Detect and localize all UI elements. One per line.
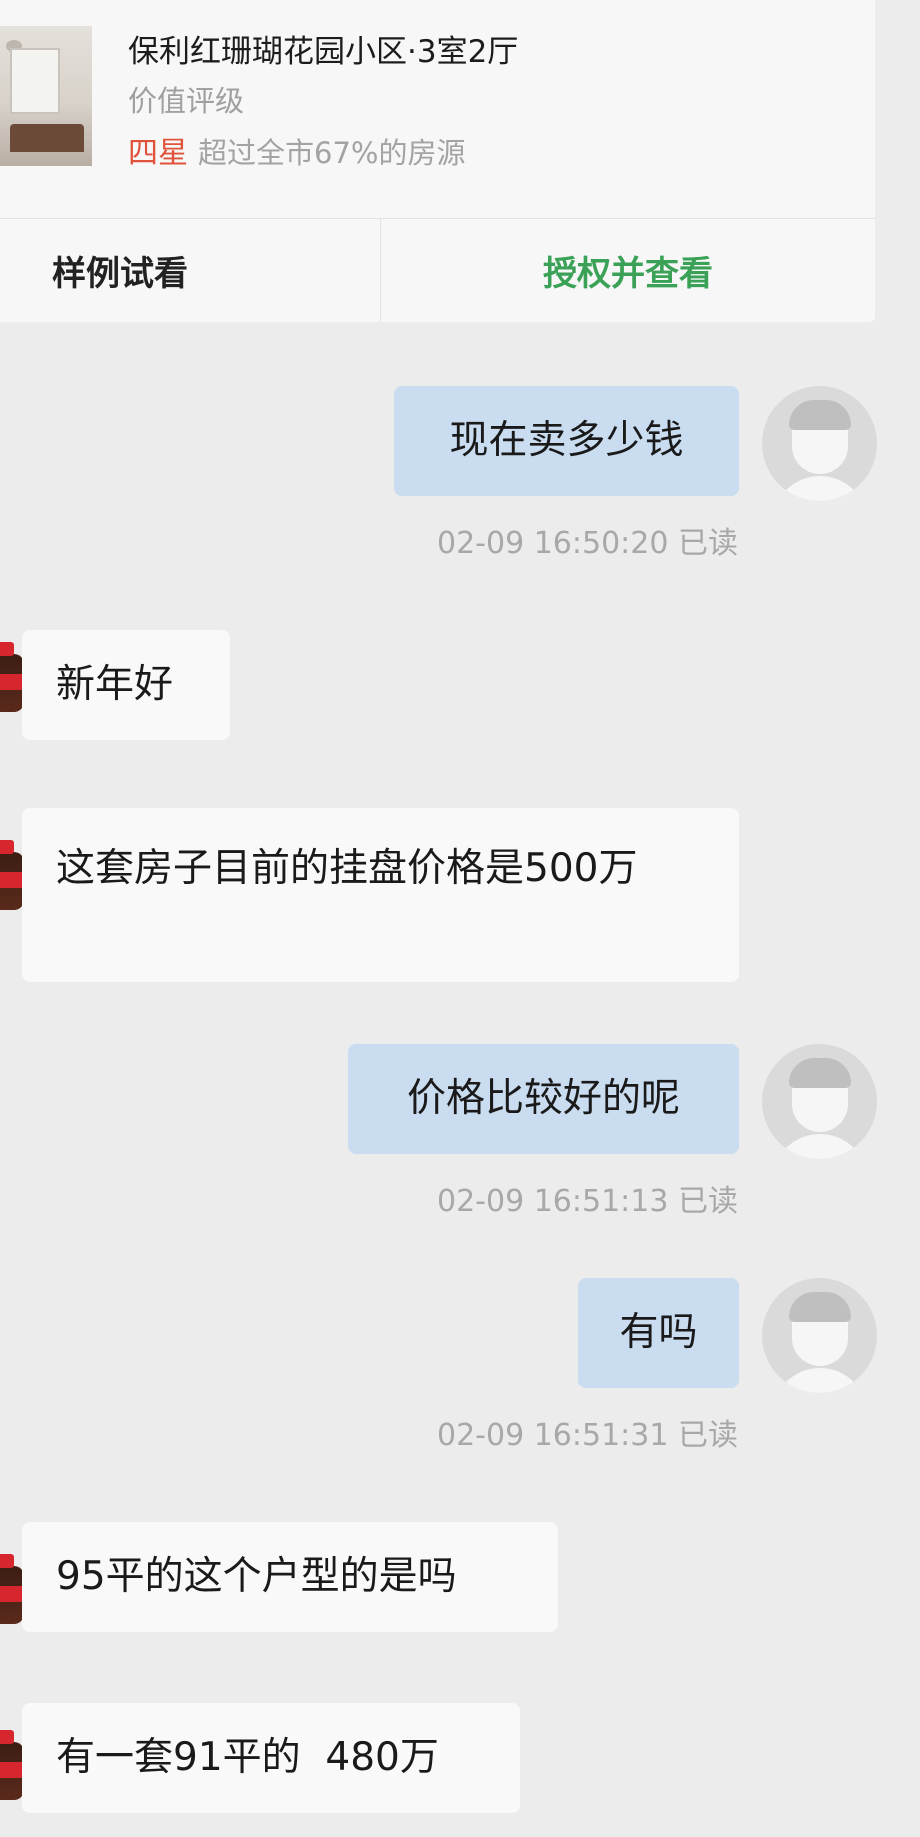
message-meta: 02-09 16:51:31 已读 (437, 1410, 738, 1454)
bottle-label (0, 1586, 24, 1602)
cola-bottle-avatar-icon[interactable] (0, 640, 24, 712)
bottle-cap (0, 840, 14, 854)
bottle-cap (0, 1730, 14, 1744)
avatar-shoulders (772, 476, 868, 501)
sofa-shape (10, 124, 84, 152)
rating-value: 四星 (128, 136, 188, 171)
cola-bottle-avatar-icon[interactable] (0, 1728, 24, 1800)
my-message-bubble[interactable]: 现在卖多少钱 (394, 386, 739, 496)
read-status: 已读 (678, 1184, 738, 1219)
property-card[interactable]: 保利红珊瑚花园小区·3室2厅 价值评级 四星 超过全市67%的房源 样例试看 授权… (0, 0, 875, 322)
bottle-cap (0, 1554, 14, 1568)
message-time: 02-09 16:51:31 (437, 1418, 669, 1453)
my-message-bubble[interactable]: 有吗 (578, 1278, 739, 1388)
message-time: 02-09 16:50:20 (437, 526, 669, 561)
cola-bottle-avatar-icon[interactable] (0, 1552, 24, 1624)
agent-message-bubble[interactable]: 新年好 (22, 630, 230, 740)
my-message-bubble[interactable]: 价格比较好的呢 (348, 1044, 739, 1154)
bottle-cap (0, 642, 14, 656)
default-user-avatar-icon[interactable] (762, 1278, 877, 1393)
property-title: 保利红珊瑚花园小区·3室2厅 (128, 34, 519, 70)
default-user-avatar-icon[interactable] (762, 386, 877, 501)
bottle-label (0, 1762, 24, 1778)
property-thumbnail[interactable] (0, 26, 92, 166)
agent-message-bubble[interactable]: 这套房子目前的挂盘价格是500万 (22, 808, 739, 982)
avatar-hair (789, 400, 851, 430)
message-time: 02-09 16:51:13 (437, 1184, 669, 1219)
agent-message-bubble[interactable]: 95平的这个户型的是吗 (22, 1522, 558, 1632)
rating-description: 超过全市67%的房源 (198, 136, 466, 170)
default-user-avatar-icon[interactable] (762, 1044, 877, 1159)
message-meta: 02-09 16:50:20 已读 (437, 518, 738, 562)
avatar-shoulders (772, 1134, 868, 1159)
message-meta: 02-09 16:51:13 已读 (437, 1176, 738, 1220)
rating-line: 四星 超过全市67%的房源 (128, 128, 465, 172)
avatar-hair (789, 1292, 851, 1322)
avatar-hair (789, 1058, 851, 1088)
agent-message-bubble[interactable]: 有一套91平的 480万 (22, 1703, 520, 1813)
read-status: 已读 (678, 526, 738, 561)
bottle-label (0, 674, 24, 690)
bottle-label (0, 872, 24, 888)
cola-bottle-avatar-icon[interactable] (0, 838, 24, 910)
sample-preview-button[interactable]: 样例试看 (0, 218, 380, 322)
read-status: 已读 (678, 1418, 738, 1453)
authorize-and-view-button[interactable]: 授权并查看 (381, 218, 875, 322)
window-shape (10, 48, 60, 114)
avatar-shoulders (772, 1368, 868, 1393)
value-rating-label: 价值评级 (128, 84, 245, 118)
